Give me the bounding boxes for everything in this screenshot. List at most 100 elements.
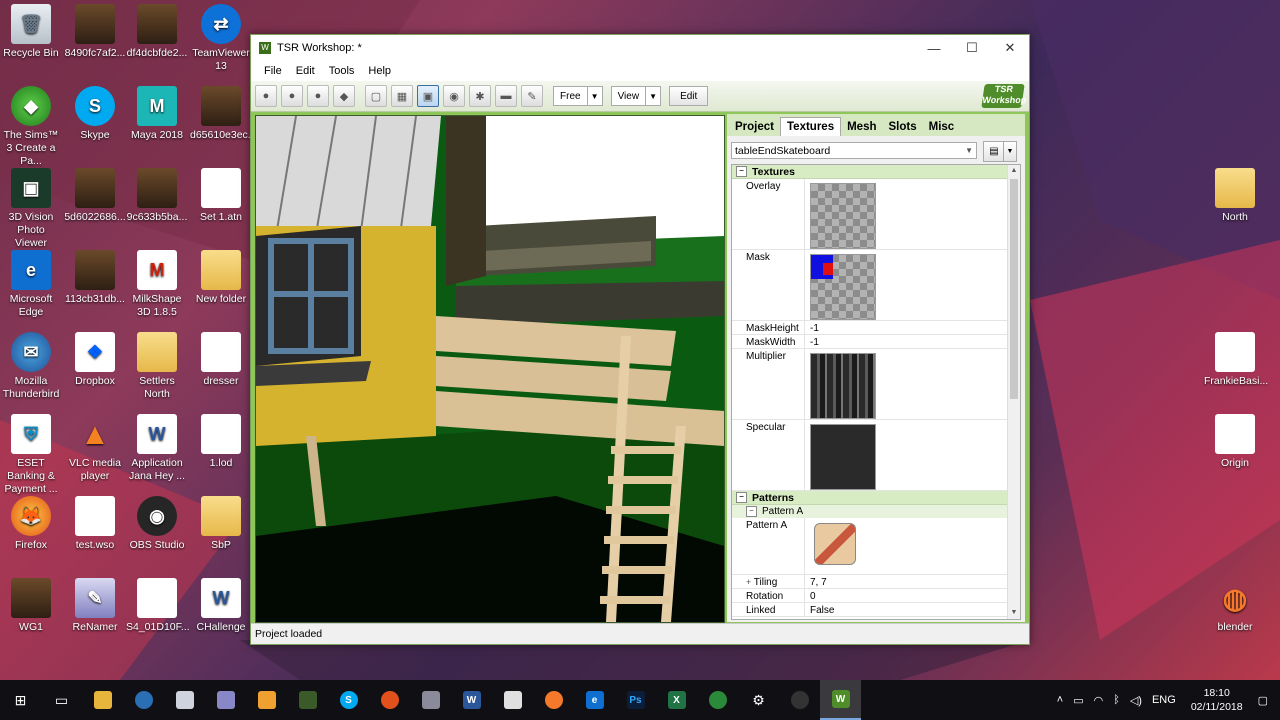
- desktop-icon[interactable]: 1.lod: [190, 414, 252, 470]
- notification-icon[interactable]: ▢: [1258, 694, 1268, 707]
- collapse-icon[interactable]: −: [736, 166, 747, 177]
- tab-slots[interactable]: Slots: [883, 118, 923, 136]
- desktop-icon[interactable]: 113cb31db...: [64, 250, 126, 306]
- skype-icon[interactable]: S: [328, 680, 369, 720]
- camera-mode-select[interactable]: Free ▼: [553, 86, 603, 106]
- desktop-icon[interactable]: S Skype: [64, 86, 126, 142]
- diamond-icon[interactable]: ◆: [333, 85, 355, 107]
- collapse-icon[interactable]: −: [746, 506, 757, 517]
- desktop-icon[interactable]: test.wso: [64, 496, 126, 552]
- menu-tools[interactable]: Tools: [322, 65, 362, 77]
- edit-button[interactable]: Edit: [669, 86, 709, 106]
- desktop-icon[interactable]: ✉ Mozilla Thunderbird: [0, 332, 62, 401]
- tab-misc[interactable]: Misc: [923, 118, 961, 136]
- renamer-icon[interactable]: [205, 680, 246, 720]
- menu-help[interactable]: Help: [361, 65, 398, 77]
- prop-row-rotation[interactable]: Rotation 0: [732, 589, 1020, 603]
- chevron-down-icon[interactable]: ▼: [1003, 141, 1017, 162]
- desktop-icon[interactable]: 9c633b5ba...: [126, 168, 188, 224]
- task-view-icon[interactable]: ▭: [41, 680, 82, 720]
- menu-edit[interactable]: Edit: [289, 65, 322, 77]
- excel-icon[interactable]: X: [656, 680, 697, 720]
- 3d-box-icon[interactable]: [492, 680, 533, 720]
- specular-texture-thumbnail[interactable]: [810, 424, 876, 490]
- tab-project[interactable]: Project: [729, 118, 780, 136]
- desktop-icon[interactable]: 5d6022686...: [64, 168, 126, 224]
- desktop-icon[interactable]: M MilkShape 3D 1.8.5: [126, 250, 188, 319]
- network-icon[interactable]: ◠: [1094, 694, 1104, 707]
- desktop-icon[interactable]: ▣ 3D Vision Photo Viewer: [0, 168, 62, 250]
- word-icon[interactable]: W: [451, 680, 492, 720]
- select-icon[interactable]: ▢: [365, 85, 387, 107]
- view-select[interactable]: View ▼: [610, 86, 662, 106]
- settings-icon[interactable]: ⚙: [738, 680, 779, 720]
- prop-row-tiling[interactable]: + Tiling 7, 7: [732, 575, 1020, 589]
- photoshop-icon[interactable]: Ps: [615, 680, 656, 720]
- bluetooth-icon[interactable]: ᛒ: [1113, 694, 1120, 706]
- collapse-icon[interactable]: −: [736, 492, 747, 503]
- prop-row-maskheight[interactable]: MaskHeight -1: [732, 321, 1020, 335]
- desktop-icon[interactable]: Origin: [1204, 414, 1266, 470]
- language-indicator[interactable]: ENG: [1152, 694, 1176, 706]
- tab-textures[interactable]: Textures: [780, 117, 842, 136]
- maximize-button[interactable]: ☐: [953, 35, 991, 61]
- overlay-texture-thumbnail[interactable]: [810, 183, 876, 249]
- firefox-icon[interactable]: [369, 680, 410, 720]
- desktop-icon[interactable]: FrankieBasi...: [1204, 332, 1268, 388]
- texture-set-select[interactable]: tableEndSkateboard ▼: [731, 142, 977, 159]
- bones-icon[interactable]: ✱: [469, 85, 491, 107]
- obs-icon[interactable]: [779, 680, 820, 720]
- start-icon[interactable]: ⊞: [0, 680, 41, 720]
- folder-icon[interactable]: ▤: [983, 141, 1005, 162]
- clock[interactable]: 18:10 02/11/2018: [1191, 686, 1243, 714]
- desktop-icon[interactable]: M Maya 2018: [126, 86, 188, 142]
- camera-icon[interactable]: ▣: [417, 85, 439, 107]
- desktop-icon[interactable]: 8490fc7af2...: [64, 4, 126, 60]
- blender-icon[interactable]: [533, 680, 574, 720]
- desktop-icon[interactable]: ▲ VLC media player: [64, 414, 126, 483]
- desktop-icon[interactable]: ◍ blender: [1204, 578, 1266, 634]
- brush-icon[interactable]: ✎: [521, 85, 543, 107]
- expand-icon[interactable]: +: [746, 577, 754, 587]
- 3d-viewport[interactable]: [255, 115, 725, 623]
- volume-icon[interactable]: ◁): [1130, 694, 1142, 707]
- prop-row-maskwidth[interactable]: MaskWidth -1: [732, 335, 1020, 349]
- media-icon[interactable]: [246, 680, 287, 720]
- texture-icon[interactable]: ▦: [391, 85, 413, 107]
- desktop-icon[interactable]: North: [1204, 168, 1266, 224]
- desktop-icon[interactable]: W Application Jana Hey ...: [126, 414, 188, 483]
- desktop-icon[interactable]: e Microsoft Edge: [0, 250, 62, 319]
- photo-icon[interactable]: [287, 680, 328, 720]
- app-icon-3[interactable]: [164, 680, 205, 720]
- prop-row-linked[interactable]: Linked False: [732, 603, 1020, 617]
- property-scrollbar[interactable]: ▲ ▼: [1007, 165, 1020, 619]
- tsr-workshop-taskbar-icon[interactable]: W: [820, 680, 861, 720]
- pattern-thumbnail[interactable]: [814, 523, 856, 565]
- scroll-thumb[interactable]: [1010, 179, 1018, 399]
- prop-row-mask[interactable]: Mask: [732, 250, 1020, 321]
- edge-icon[interactable]: e: [574, 680, 615, 720]
- chevron-up-icon[interactable]: ˄: [1057, 694, 1063, 706]
- prop-row-multiplier[interactable]: Multiplier: [732, 349, 1020, 420]
- sims-icon[interactable]: [697, 680, 738, 720]
- desktop-icon[interactable]: ⇄ TeamViewer 13: [190, 4, 252, 73]
- prop-row-pattern-a[interactable]: Pattern A: [732, 518, 1020, 575]
- desktop-icon[interactable]: ✎ ReNamer: [64, 578, 126, 634]
- desktop-icon[interactable]: 🗑 Recycle Bin: [0, 4, 62, 60]
- scroll-down-icon[interactable]: ▼: [1008, 607, 1020, 619]
- desktop-icon[interactable]: ◆ The Sims™ 3 Create a Pa...: [0, 86, 62, 168]
- prop-row-overlay[interactable]: Overlay: [732, 179, 1020, 250]
- multiplier-texture-thumbnail[interactable]: [810, 353, 876, 419]
- sphere-smooth-icon[interactable]: ●: [281, 85, 303, 107]
- tab-mesh[interactable]: Mesh: [841, 118, 882, 136]
- sphere-textured-icon[interactable]: ●: [307, 85, 329, 107]
- desktop-icon[interactable]: d65610e3ec...: [190, 86, 257, 142]
- desktop-icon[interactable]: 🦊 Firefox: [0, 496, 62, 552]
- desktop-icon[interactable]: ❖ Dropbox: [64, 332, 126, 388]
- section-patterns[interactable]: − Patterns: [732, 491, 1020, 505]
- desktop-icon[interactable]: New folder: [190, 250, 252, 306]
- desktop-icon[interactable]: S4_01D10F...: [126, 578, 190, 634]
- desktop-icon[interactable]: WG1: [0, 578, 62, 634]
- scroll-up-icon[interactable]: ▲: [1008, 165, 1020, 177]
- desktop-icon[interactable]: dresser: [190, 332, 252, 388]
